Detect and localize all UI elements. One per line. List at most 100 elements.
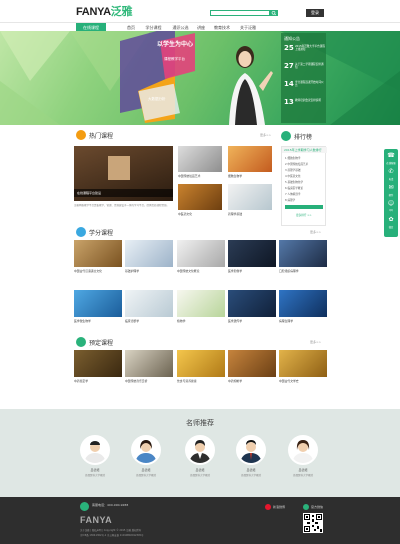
hot-courses-icon xyxy=(76,130,86,140)
course-title[interactable]: 细胞生物学 xyxy=(228,174,272,178)
rank-item[interactable]: 4 中医药文化 xyxy=(285,174,300,178)
course-title[interactable]: 药理学基础 xyxy=(228,212,272,216)
course-title[interactable]: 临床诊断学 xyxy=(125,319,173,323)
course-title[interactable]: 中国古代汉语语言文化 xyxy=(74,269,122,273)
notice-item[interactable]: 14 学分课程选课开始时间公告 xyxy=(284,80,324,88)
course-thumb[interactable] xyxy=(228,290,276,317)
avatar xyxy=(288,435,318,465)
banner-sub1: 课程教学平台 xyxy=(164,57,185,61)
footer-icp: 京ICP备 13041302号-1 京公网安备 11010802012345号 xyxy=(80,534,144,537)
rank-item[interactable]: 8 病理学 xyxy=(285,198,295,202)
course-thumb[interactable] xyxy=(228,146,272,172)
course-thumb[interactable] xyxy=(279,350,327,377)
course-title[interactable]: 中国传统文化概论 xyxy=(177,269,225,273)
course-thumb[interactable] xyxy=(177,350,225,377)
hero-banner[interactable]: 以学生为中心 课程教学平台 大数据分析 通知公告 25 2015年泛雅大学平台课程… xyxy=(0,31,400,125)
teacher-name: 吕德培 xyxy=(195,468,205,472)
notice-text: 2015年泛雅大学平台课程上线通知 xyxy=(295,45,325,51)
preview-courses-icon xyxy=(76,337,86,347)
hot-feature-caption: 在线课程平台建设 xyxy=(74,189,173,197)
notice-text: 教师培训会议安排说明 xyxy=(295,99,321,102)
feature-image-figure xyxy=(108,156,130,180)
footer-copyright: 关于泛雅 | 隐私声明 | Copyright © 2015 泛雅 版权所有 xyxy=(80,529,142,532)
course-title[interactable]: 中药鉴定学 xyxy=(74,379,122,383)
course-thumb[interactable] xyxy=(228,350,276,377)
teacher-card[interactable]: 吕德培 首都医科大学教授 xyxy=(121,435,171,477)
rank-item[interactable]: 6 临床医学概论 xyxy=(285,186,303,190)
wechat-link[interactable]: 官方微信 xyxy=(311,505,323,509)
course-title[interactable]: 病理生理学 xyxy=(279,319,327,323)
rank-item[interactable]: 1 细胞生物学 xyxy=(285,156,300,160)
avatar xyxy=(236,435,266,465)
course-title[interactable]: 中国传统绘画艺术 xyxy=(178,174,222,178)
course-thumb[interactable] xyxy=(177,290,225,317)
course-title[interactable]: 医学微生物学 xyxy=(74,319,122,323)
hot-feature-thumb[interactable]: 在线课程平台建设 xyxy=(74,146,173,201)
course-thumb[interactable] xyxy=(178,146,222,172)
rank-item[interactable]: 3 药理学基础 xyxy=(285,168,300,172)
wechat-icon[interactable]: ✿ xyxy=(386,215,396,225)
search-button[interactable] xyxy=(270,10,278,16)
notice-item[interactable]: 13 教师培训会议安排说明 xyxy=(284,98,324,106)
mail-icon[interactable]: ✉ xyxy=(386,183,396,193)
course-thumb[interactable] xyxy=(279,290,327,317)
rank-item[interactable]: 7 人体解剖学 xyxy=(285,192,300,196)
teacher-name: 吕德培 xyxy=(246,468,256,472)
top-bar: FANYA泛雅 登录 xyxy=(0,0,400,22)
course-thumb[interactable] xyxy=(177,240,225,267)
course-title[interactable]: 医学影像学 xyxy=(228,269,276,273)
preview-courses-title: 预定课程 xyxy=(89,340,114,347)
site-logo[interactable]: FANYA泛雅 xyxy=(76,7,132,18)
course-thumb[interactable] xyxy=(125,290,173,317)
wechat-icon[interactable] xyxy=(303,504,309,510)
course-title[interactable]: 中国传统音乐赏析 xyxy=(125,379,173,383)
login-button[interactable]: 登录 xyxy=(306,9,324,17)
course-title[interactable]: 中药炮制学 xyxy=(228,379,276,383)
notice-item[interactable]: 25 2015年泛雅大学平台课程上线通知 xyxy=(284,44,325,52)
course-thumb[interactable] xyxy=(279,240,327,267)
rank-highlight-bar xyxy=(285,205,323,209)
course-thumb[interactable] xyxy=(74,350,122,377)
course-title[interactable]: 中医药文化 xyxy=(178,212,222,216)
course-thumb[interactable] xyxy=(178,184,222,210)
rank-item[interactable]: 2 中国传统绘画艺术 xyxy=(285,162,308,166)
rank-more-link[interactable]: 更多排行 >> xyxy=(296,213,312,217)
course-title[interactable]: 中国古代文学史 xyxy=(279,379,327,383)
course-thumb[interactable] xyxy=(74,290,122,317)
contact-label: 邮件 xyxy=(388,194,394,197)
course-title[interactable]: 口腔组织病理学 xyxy=(279,269,327,273)
search-input[interactable] xyxy=(210,10,270,16)
course-title[interactable]: 基础护理学 xyxy=(125,269,173,273)
course-title[interactable]: 植物学 xyxy=(177,319,225,323)
weibo-icon[interactable] xyxy=(265,504,271,510)
notice-item[interactable]: 27 关于第二学期课程安排通知 xyxy=(284,62,324,70)
course-thumb[interactable] xyxy=(228,184,272,210)
rank-header: 2015年上学期学习人数排行 xyxy=(282,147,327,153)
weibo-link[interactable]: 新浪微博 xyxy=(273,505,285,509)
course-thumb[interactable] xyxy=(125,350,173,377)
banner-pattern xyxy=(0,31,400,125)
preview-more-link[interactable]: 更多>> xyxy=(310,340,321,344)
notice-text: 学分课程选课开始时间公告 xyxy=(295,81,324,87)
hot-more-link[interactable]: 更多>> xyxy=(260,133,271,137)
notice-text: 关于第二学期课程安排通知 xyxy=(295,63,324,69)
avatar xyxy=(131,435,161,465)
phone-icon xyxy=(80,502,89,511)
headset-icon[interactable]: ☎ xyxy=(386,151,396,161)
qq-icon[interactable]: ☺ xyxy=(386,199,396,209)
rank-item[interactable]: 5 基础生物化学 xyxy=(285,180,303,184)
teacher-card[interactable]: 吕德培 首都医科大学教授 xyxy=(70,435,120,477)
floating-contact-bar: ☎ 在线客服 ✆ 电话 ✉ 邮件 ☺ QQ ✿ 微信 xyxy=(384,149,398,237)
course-thumb[interactable] xyxy=(74,240,122,267)
credit-more-link[interactable]: 更多>> xyxy=(310,230,321,234)
teacher-card[interactable]: 吕德培 首都医科大学教授 xyxy=(278,435,328,477)
course-thumb[interactable] xyxy=(228,240,276,267)
teacher-card[interactable]: 吕德培 首都医科大学教授 xyxy=(226,435,276,477)
hot-courses-title: 热门课程 xyxy=(89,133,114,140)
course-title[interactable]: 医学遗传学 xyxy=(228,319,276,323)
teacher-card[interactable]: 吕德培 首都医科大学教授 xyxy=(175,435,225,477)
phone-icon[interactable]: ✆ xyxy=(386,167,396,177)
course-title[interactable]: 饮食与营养健康 xyxy=(177,379,225,383)
course-thumb[interactable] xyxy=(125,240,173,267)
rank-panel: 2015年上学期学习人数排行 1 细胞生物学 2 中国传统绘画艺术 3 药理学基… xyxy=(281,146,327,226)
